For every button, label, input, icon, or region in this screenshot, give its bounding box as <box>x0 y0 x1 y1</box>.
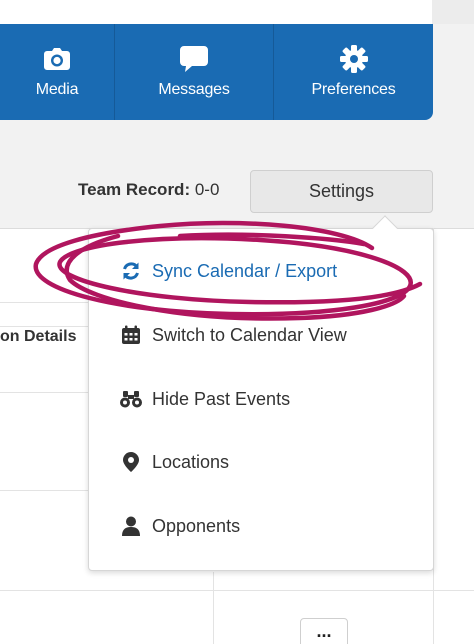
nav-label-preferences: Preferences <box>311 81 396 98</box>
menu-item-label: Opponents <box>152 515 241 536</box>
table-divider <box>0 590 474 591</box>
menu-item-hide-past-events[interactable]: Hide Past Events <box>120 384 290 414</box>
column-header-details: on Details <box>0 328 77 345</box>
camera-icon <box>44 45 70 73</box>
calendar-icon <box>120 324 142 346</box>
binoculars-icon <box>120 388 142 410</box>
top-edge <box>432 0 474 24</box>
menu-item-label: Switch to Calendar View <box>152 324 347 345</box>
menu-item-opponents[interactable]: Opponents <box>120 511 240 541</box>
team-record: Team Record: 0-0 <box>78 180 219 200</box>
map-pin-icon <box>120 451 142 473</box>
nav-item-messages[interactable]: Messages <box>114 24 274 120</box>
table-divider <box>0 302 88 303</box>
nav-label-media: Media <box>35 81 79 98</box>
nav-item-preferences[interactable]: Preferences <box>274 24 433 120</box>
user-icon <box>120 515 142 537</box>
nav-label-messages: Messages <box>158 81 230 98</box>
sync-icon <box>120 260 142 282</box>
table-divider <box>0 490 88 491</box>
table-column-divider <box>213 572 214 644</box>
nav-bar: Media Messages Preferences <box>0 24 433 120</box>
table-divider <box>0 326 88 327</box>
menu-item-label: Locations <box>152 451 230 472</box>
menu-item-label: Hide Past Events <box>152 388 291 409</box>
more-options-button[interactable]: ... <box>300 618 348 644</box>
menu-item-sync-calendar[interactable]: Sync Calendar / Export <box>120 256 337 286</box>
top-strip <box>0 0 474 24</box>
team-record-label: Team Record: <box>78 180 191 199</box>
team-record-value: 0-0 <box>194 180 220 199</box>
gear-icon <box>339 45 368 73</box>
table-divider <box>0 392 88 393</box>
settings-button[interactable]: Settings <box>250 170 433 213</box>
menu-item-label: Sync Calendar / Export <box>152 260 338 281</box>
screenshot-stage: Media Messages Preferences Team Record: … <box>0 0 474 644</box>
menu-item-calendar-view[interactable]: Switch to Calendar View <box>120 320 347 350</box>
nav-item-media[interactable]: Media <box>0 24 114 120</box>
chat-bubble-icon <box>180 45 208 73</box>
menu-item-locations[interactable]: Locations <box>120 447 229 477</box>
